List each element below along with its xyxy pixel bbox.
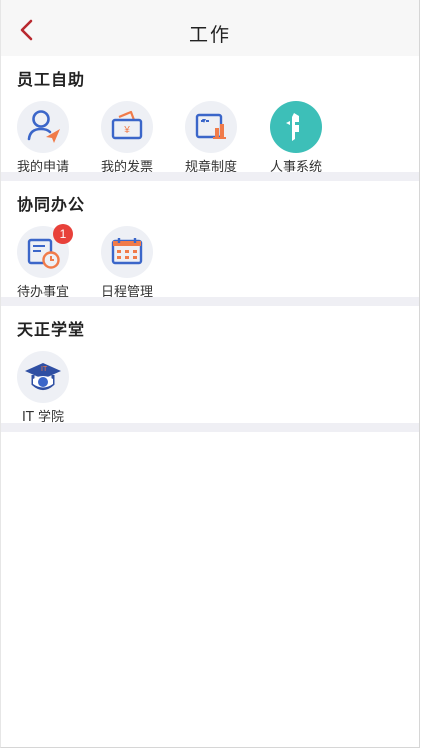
app-item-todo[interactable]: 1 待办事宜 xyxy=(3,224,83,300)
app-item-my-application[interactable]: 我的申请 xyxy=(3,101,83,175)
hr-system-logo-icon xyxy=(270,101,322,153)
app-item-it-college[interactable]: IT IT 学院 xyxy=(3,351,83,425)
section-collaborative-office: 协同办公 1 待办事宜 日程管理 xyxy=(1,181,419,300)
cap-text: IT xyxy=(41,366,48,373)
section-divider xyxy=(1,423,419,432)
todo-clock-icon: 1 xyxy=(17,224,73,278)
notification-badge: 1 xyxy=(53,224,73,244)
section-divider xyxy=(1,172,419,181)
navigation-bar: 工作 xyxy=(1,0,419,56)
app-item-hr-system[interactable]: 人事系统 xyxy=(256,101,336,175)
section-divider xyxy=(1,297,419,306)
section-title: 天正学堂 xyxy=(17,320,86,339)
section-tianzheng-academy: 天正学堂 IT IT 学院 xyxy=(1,306,419,425)
app-item-my-invoice[interactable]: ¥ 我的发票 xyxy=(87,101,167,175)
graduation-cap-icon: IT xyxy=(17,351,69,403)
section-employee-self-service: 员工自助 我的申请 ¥ 我的发票 规章制度 人事系统 xyxy=(1,56,419,175)
section-title: 员工自助 xyxy=(17,70,86,89)
application-send-icon xyxy=(17,101,69,153)
app-item-schedule[interactable]: 日程管理 xyxy=(87,226,167,300)
app-frame: 工作 员工自助 我的申请 ¥ 我的发票 规章制度 人事系统 协同办公 1 待办事… xyxy=(0,0,420,748)
svg-text:¥: ¥ xyxy=(123,125,130,136)
app-item-regulations[interactable]: 规章制度 xyxy=(171,101,251,175)
invoice-wallet-icon: ¥ xyxy=(101,101,153,153)
regulations-chart-icon xyxy=(185,101,237,153)
section-title: 协同办公 xyxy=(17,195,86,214)
calendar-icon xyxy=(101,226,153,278)
page-title: 工作 xyxy=(188,24,231,46)
